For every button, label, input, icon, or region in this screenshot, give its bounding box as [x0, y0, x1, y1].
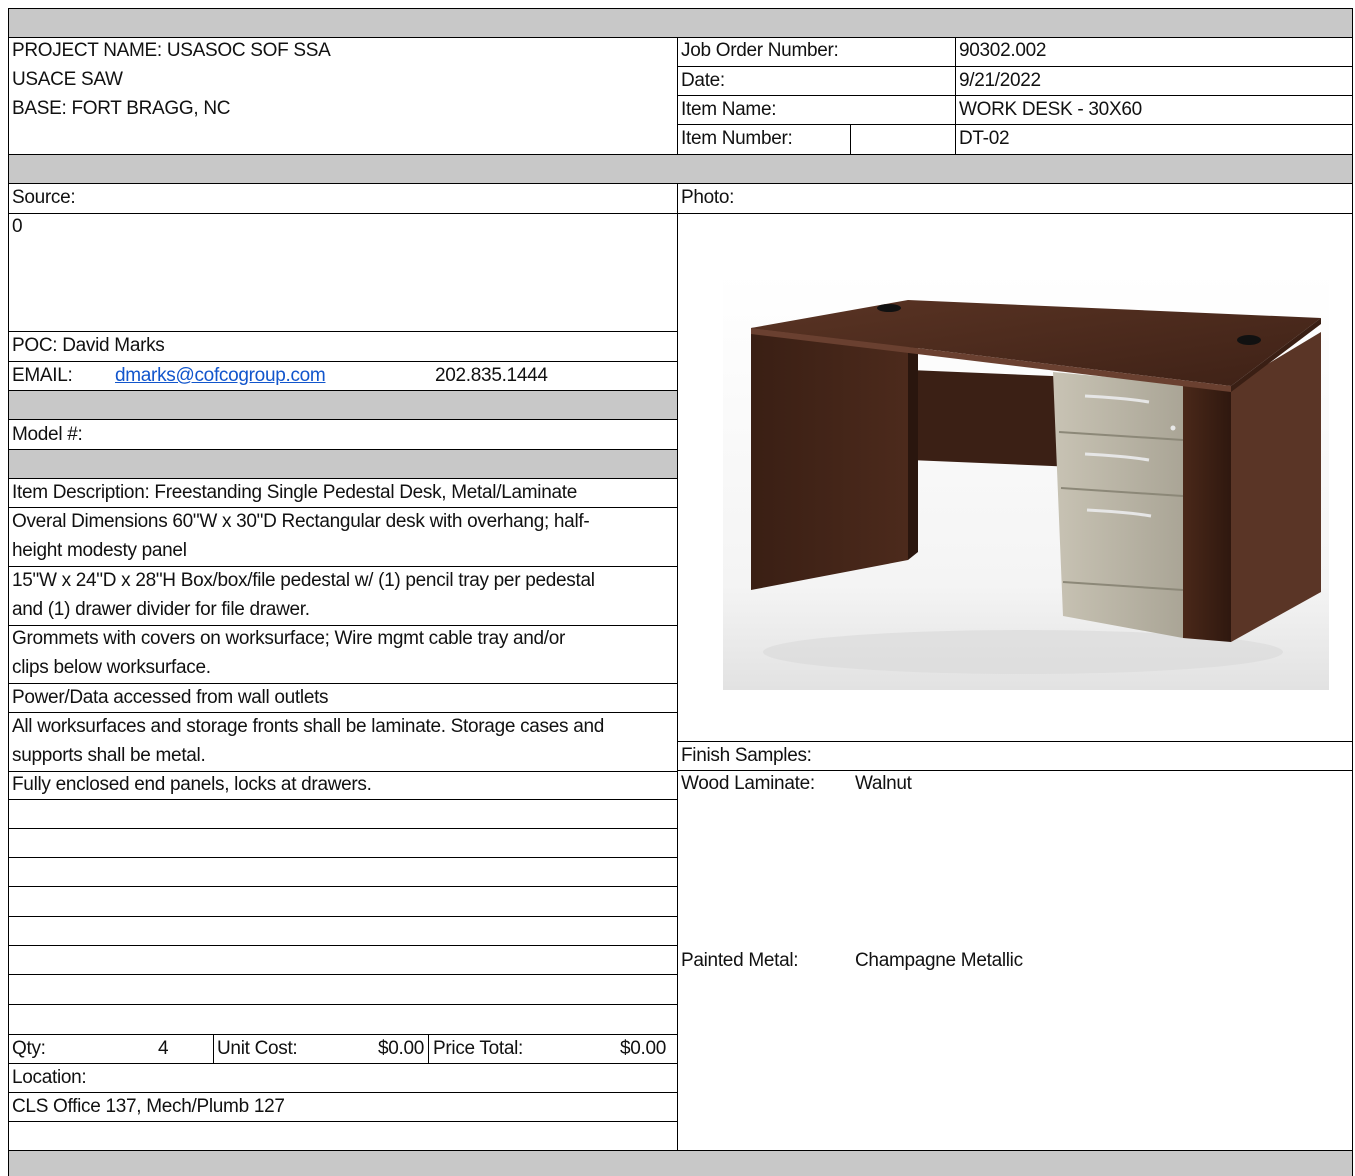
qty-value: 4 — [158, 1038, 169, 1059]
job-order-label: Job Order Number: — [681, 40, 839, 61]
date-label: Date: — [681, 70, 725, 91]
date-value: 9/21/2022 — [959, 70, 1041, 91]
location-label: Location: — [12, 1067, 87, 1088]
wood-laminate-value: Walnut — [855, 773, 912, 794]
description-line: 15"W x 24"D x 28"H Box/box/file pedestal… — [12, 570, 595, 591]
unit-cost-label: Unit Cost: — [217, 1038, 298, 1059]
price-total-label: Price Total: — [433, 1038, 524, 1059]
phone-number: 202.835.1444 — [435, 365, 548, 386]
email-link[interactable]: dmarks@cofcogroup.com — [115, 365, 326, 387]
qty-label: Qty: — [12, 1038, 46, 1059]
model-label: Model #: — [12, 424, 83, 445]
source-band — [9, 391, 677, 419]
item-name-label: Item Name: — [681, 99, 777, 120]
description-line: and (1) drawer divider for file drawer. — [12, 599, 310, 620]
wood-laminate-label: Wood Laminate: — [681, 773, 815, 794]
top-band — [9, 9, 1352, 37]
separator-band — [9, 155, 1352, 183]
bottom-band — [9, 1150, 1352, 1176]
item-number-label: Item Number: — [681, 128, 793, 149]
agency: USACE SAW — [12, 69, 123, 90]
source-value: 0 — [12, 216, 23, 237]
painted-metal-value: Champagne Metallic — [855, 950, 1023, 971]
description-line: All worksurfaces and storage fronts shal… — [12, 716, 605, 737]
model-band — [9, 450, 677, 478]
description-line: Fully enclosed end panels, locks at draw… — [12, 774, 372, 795]
desk-photo — [723, 272, 1329, 690]
item-name-value: WORK DESK - 30X60 — [959, 99, 1142, 120]
description-line: Power/Data accessed from wall outlets — [12, 687, 329, 708]
finish-samples-label: Finish Samples: — [681, 745, 812, 766]
description-line: Grommets with covers on worksurface; Wir… — [12, 628, 566, 649]
job-order-value: 90302.002 — [959, 40, 1047, 61]
poc-name: POC: David Marks — [12, 335, 165, 356]
description-line: clips below worksurface. — [12, 657, 211, 678]
source-label: Source: — [12, 187, 76, 208]
location-value: CLS Office 137, Mech/Plumb 127 — [12, 1096, 285, 1117]
description-line: height modesty panel — [12, 540, 187, 561]
description-line: Item Description: Freestanding Single Pe… — [12, 482, 577, 503]
item-number-value: DT-02 — [959, 128, 1010, 149]
price-total-value: $0.00 — [619, 1038, 666, 1059]
email-label: EMAIL: — [12, 365, 73, 386]
spec-sheet: PROJECT NAME: USASOC SOF SSA USACE SAW B… — [8, 8, 1353, 1176]
description-line: Overal Dimensions 60"W x 30"D Rectangula… — [12, 511, 590, 532]
project-name: PROJECT NAME: USASOC SOF SSA — [12, 40, 331, 61]
photo-label: Photo: — [681, 187, 735, 208]
base-name: BASE: FORT BRAGG, NC — [12, 98, 231, 119]
painted-metal-label: Painted Metal: — [681, 950, 799, 971]
description-line: supports shall be metal. — [12, 745, 206, 766]
unit-cost-value: $0.00 — [377, 1038, 424, 1059]
